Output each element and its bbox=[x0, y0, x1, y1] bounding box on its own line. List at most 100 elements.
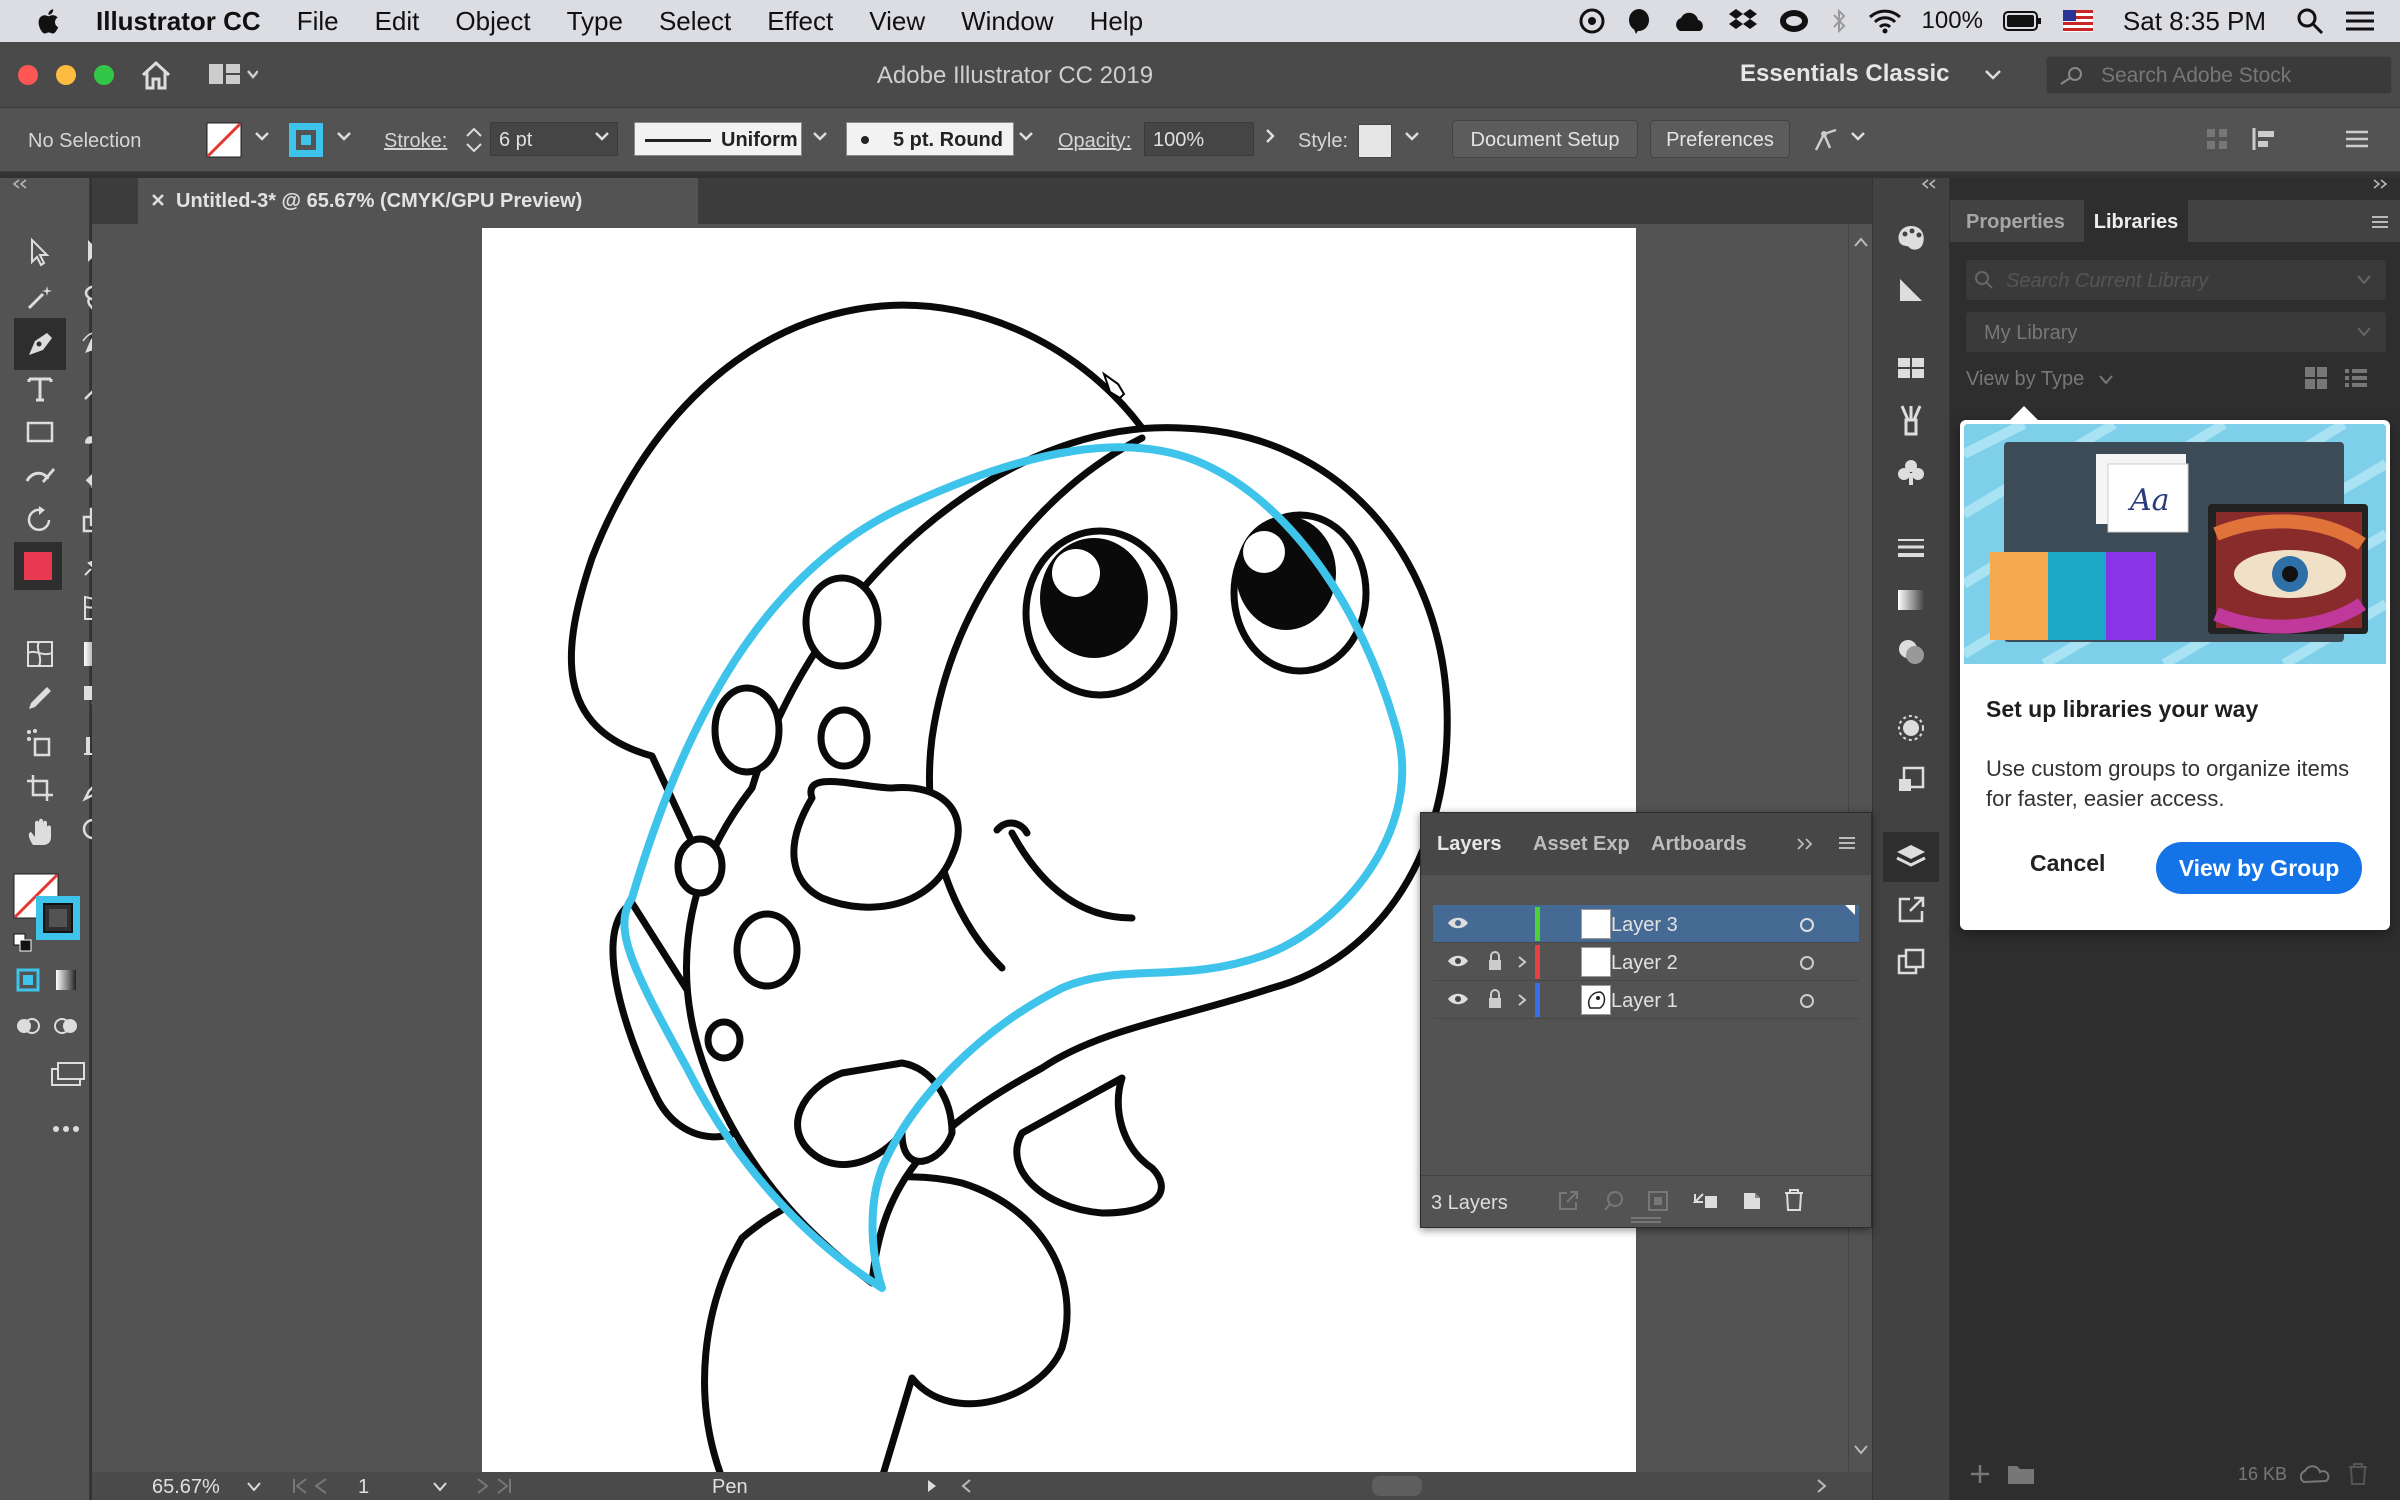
chevron-down-icon[interactable] bbox=[432, 1480, 448, 1494]
gradient-panel-icon[interactable] bbox=[1891, 580, 1931, 620]
notification-icon[interactable] bbox=[1626, 7, 1652, 35]
appearance-panel-icon[interactable] bbox=[1891, 708, 1931, 748]
color-mode-icon[interactable] bbox=[10, 962, 46, 998]
shaper-tool-icon[interactable] bbox=[20, 456, 60, 496]
chevron-down-icon[interactable] bbox=[594, 128, 610, 144]
variable-width-profile[interactable]: Uniform bbox=[634, 122, 802, 156]
swatches-panel-icon[interactable] bbox=[1891, 348, 1931, 388]
artboard-tool-icon[interactable] bbox=[20, 768, 60, 808]
visibility-eye-icon[interactable] bbox=[1447, 991, 1469, 1007]
collect-export-icon[interactable] bbox=[1557, 1190, 1579, 1212]
tab-properties[interactable]: Properties bbox=[1966, 200, 2065, 242]
eyedropper-tool-icon[interactable] bbox=[20, 678, 60, 718]
brushes-panel-icon[interactable] bbox=[1891, 400, 1931, 440]
mesh-tool-icon[interactable] bbox=[20, 634, 60, 674]
menu-window[interactable]: Window bbox=[943, 6, 1071, 37]
target-icon[interactable] bbox=[1799, 917, 1815, 933]
opacity-label[interactable]: Opacity: bbox=[1058, 130, 1131, 153]
flag-icon[interactable] bbox=[2062, 10, 2093, 32]
visibility-eye-icon[interactable] bbox=[1447, 915, 1469, 931]
wifi-icon[interactable] bbox=[1868, 8, 1902, 34]
menu-object[interactable]: Object bbox=[437, 6, 548, 37]
chevron-down-icon[interactable] bbox=[812, 128, 828, 144]
chevron-down-icon[interactable] bbox=[254, 128, 270, 144]
workspace-switcher[interactable]: Essentials Classic bbox=[1740, 60, 1949, 88]
scroll-down-icon[interactable] bbox=[1853, 1444, 1869, 1456]
control-center-icon[interactable] bbox=[2344, 8, 2376, 34]
symbols-panel-icon[interactable] bbox=[1891, 452, 1931, 492]
chevron-down-icon[interactable] bbox=[246, 1480, 262, 1494]
layer-row[interactable]: Layer 2 bbox=[1433, 943, 1859, 981]
rectangle-tool-icon[interactable] bbox=[20, 412, 60, 452]
tab-layers[interactable]: Layers bbox=[1437, 833, 1502, 856]
battery-icon[interactable] bbox=[2002, 9, 2043, 33]
panel-menu-icon[interactable] bbox=[2370, 214, 2390, 230]
trash-icon[interactable] bbox=[2346, 1462, 2370, 1486]
apple-icon[interactable] bbox=[0, 7, 78, 35]
stroke-swatch[interactable] bbox=[288, 122, 324, 158]
type-tool-icon[interactable] bbox=[20, 368, 60, 408]
next-artboard-icon[interactable] bbox=[472, 1476, 512, 1496]
graphic-styles-panel-icon[interactable] bbox=[1891, 760, 1931, 800]
vpn-icon[interactable] bbox=[1778, 7, 1810, 35]
scroll-up-icon[interactable] bbox=[1853, 236, 1869, 248]
stroke-panel-icon[interactable] bbox=[1891, 528, 1931, 568]
creative-cloud-icon[interactable] bbox=[1578, 7, 1606, 35]
screen-mode-icon[interactable] bbox=[48, 1056, 88, 1092]
document-setup-button[interactable]: Document Setup bbox=[1452, 120, 1638, 158]
grid-view-icon[interactable] bbox=[2304, 366, 2328, 390]
delete-layer-icon[interactable] bbox=[1783, 1188, 1805, 1212]
new-sublayer-icon[interactable] bbox=[1693, 1190, 1719, 1212]
layer-row-selected[interactable]: Layer 3 bbox=[1433, 905, 1859, 943]
bluetooth-icon[interactable] bbox=[1830, 7, 1848, 35]
edit-toolbar-icon[interactable] bbox=[46, 1114, 86, 1144]
expand-layer-icon[interactable] bbox=[1517, 955, 1527, 969]
distribute-icon[interactable] bbox=[2250, 126, 2280, 152]
scroll-left-icon[interactable] bbox=[960, 1478, 972, 1494]
resize-grip[interactable] bbox=[1631, 1217, 1661, 1223]
target-icon[interactable] bbox=[1799, 993, 1815, 1009]
layer-name[interactable]: Layer 2 bbox=[1611, 952, 1678, 975]
magic-wand-tool-icon[interactable] bbox=[20, 277, 60, 317]
expand-panels-icon[interactable] bbox=[2370, 178, 2390, 190]
cloud-icon[interactable] bbox=[1672, 9, 1708, 33]
chevron-down-icon[interactable] bbox=[1850, 128, 1866, 144]
color-panel-icon[interactable] bbox=[1891, 218, 1931, 258]
dropbox-icon[interactable] bbox=[1728, 7, 1758, 35]
chevron-down-icon[interactable] bbox=[2356, 274, 2372, 286]
chevron-down-icon[interactable] bbox=[1018, 128, 1034, 144]
chevron-right-icon[interactable] bbox=[1262, 128, 1278, 144]
transparency-panel-icon[interactable] bbox=[1891, 632, 1931, 672]
selection-tool-icon[interactable] bbox=[20, 232, 60, 272]
pen-tool-icon[interactable] bbox=[14, 318, 66, 370]
menu-help[interactable]: Help bbox=[1072, 6, 1161, 37]
chevron-down-icon[interactable] bbox=[2356, 326, 2372, 338]
locate-object-icon[interactable] bbox=[1603, 1190, 1625, 1212]
preferences-button[interactable]: Preferences bbox=[1650, 120, 1790, 158]
draw-behind-icon[interactable] bbox=[48, 1008, 84, 1044]
brush-definition[interactable]: 5 pt. Round bbox=[846, 122, 1014, 156]
stroke-label[interactable]: Stroke: bbox=[384, 130, 447, 153]
layer-name[interactable]: Layer 3 bbox=[1611, 914, 1678, 937]
folder-icon[interactable] bbox=[2006, 1462, 2036, 1486]
expand-tabs-icon[interactable] bbox=[1795, 837, 1815, 851]
artboard-number[interactable]: 1 bbox=[358, 1476, 369, 1499]
status-menu-icon[interactable] bbox=[926, 1478, 938, 1494]
sync-status-icon[interactable] bbox=[2300, 1462, 2332, 1486]
menu-type[interactable]: Type bbox=[549, 6, 641, 37]
list-view-icon[interactable] bbox=[2344, 366, 2368, 390]
symbol-sprayer-tool-icon[interactable] bbox=[20, 722, 60, 762]
cancel-button[interactable]: Cancel bbox=[2030, 850, 2105, 877]
visibility-eye-icon[interactable] bbox=[1447, 953, 1469, 969]
fill-color-red[interactable] bbox=[14, 542, 62, 590]
document-tab[interactable]: Untitled-3* @ 65.67% (CMYK/GPU Preview) bbox=[138, 178, 698, 224]
panel-menu-icon[interactable] bbox=[1837, 835, 1857, 851]
new-layer-icon[interactable] bbox=[1741, 1190, 1763, 1212]
app-menu[interactable]: Illustrator CC bbox=[78, 6, 279, 37]
menu-edit[interactable]: Edit bbox=[357, 6, 438, 37]
chevron-down-icon[interactable] bbox=[1984, 68, 2002, 82]
expand-layer-icon[interactable] bbox=[1517, 993, 1527, 1007]
clipping-mask-icon[interactable] bbox=[1647, 1190, 1669, 1212]
collapse-panels-icon[interactable] bbox=[1919, 178, 1939, 190]
layer-row[interactable]: Layer 1 bbox=[1433, 981, 1859, 1019]
